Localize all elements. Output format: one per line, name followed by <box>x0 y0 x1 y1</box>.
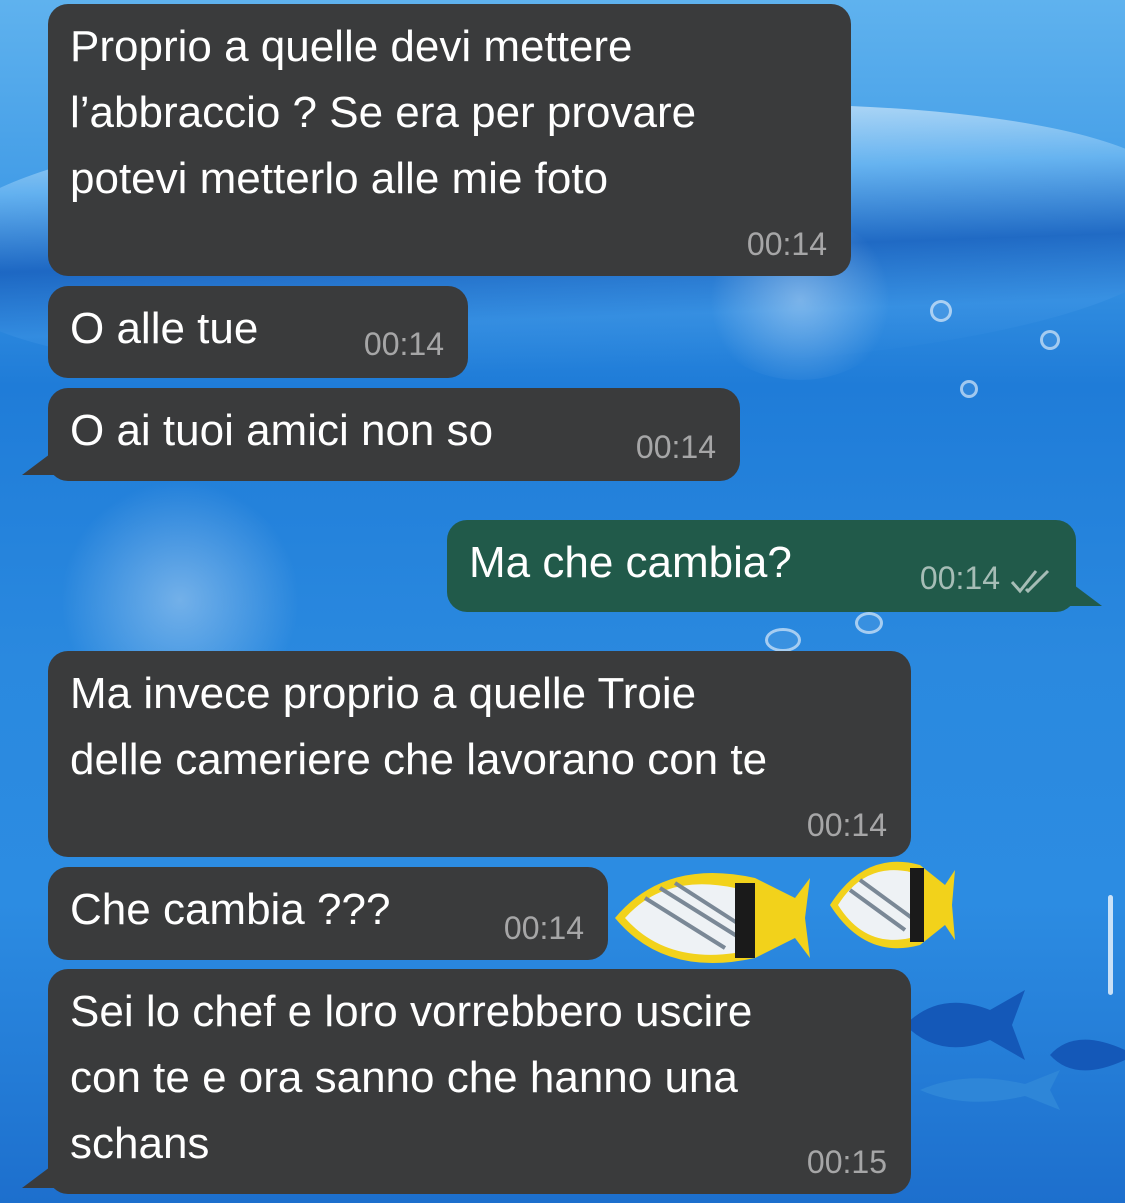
wallpaper-blue-fish <box>920 1070 1060 1110</box>
wallpaper-air-bubble <box>930 300 952 322</box>
message-time: 00:14 <box>806 807 887 843</box>
message-text: Proprio a quelle devi mettere l’abbracci… <box>70 22 697 203</box>
double-check-icon <box>1010 569 1050 593</box>
scrollbar[interactable] <box>1108 895 1113 995</box>
wallpaper-air-bubble <box>855 612 883 634</box>
message-text: Ma invece proprio a quelle Troie delle c… <box>70 669 768 784</box>
bubble-tail <box>22 1158 62 1188</box>
message-time: 00:14 <box>919 560 1000 596</box>
message-time-with-status: 00:14 <box>920 560 1054 596</box>
message-text: O alle tue <box>70 304 259 353</box>
message-time: 00:15 <box>806 1144 887 1180</box>
message-time: 00:14 <box>363 326 444 362</box>
message-time: 00:14 <box>503 910 584 946</box>
wallpaper-blue-fish <box>905 990 1025 1060</box>
wallpaper-air-bubble <box>960 380 978 398</box>
message-text: Che cambia ??? <box>70 885 391 934</box>
bubble-tail <box>1062 576 1102 606</box>
bubble-tail <box>22 445 62 475</box>
wallpaper-butterflyfish <box>615 873 810 963</box>
message-text: Ma che cambia? <box>469 538 792 587</box>
incoming-message[interactable]: Che cambia ??? 00:14 <box>48 867 608 960</box>
outgoing-message[interactable]: Ma che cambia? 00:14 <box>447 520 1102 612</box>
incoming-message[interactable]: O alle tue 00:14 <box>48 286 468 378</box>
incoming-message[interactable]: Ma invece proprio a quelle Troie delle c… <box>48 651 911 857</box>
wallpaper-air-bubble <box>765 628 801 652</box>
wallpaper-air-bubble <box>1040 330 1060 350</box>
message-text: Sei lo chef e loro vorrebbero uscire con… <box>70 987 753 1168</box>
message-text: O ai tuoi amici non so <box>70 406 494 455</box>
wallpaper-butterflyfish <box>830 861 955 949</box>
incoming-message[interactable]: O ai tuoi amici non so 00:14 <box>22 388 740 481</box>
message-time: 00:14 <box>635 429 716 465</box>
message-time: 00:14 <box>746 226 827 262</box>
incoming-message[interactable]: Proprio a quelle devi mettere l’abbracci… <box>48 4 851 276</box>
incoming-message[interactable]: Sei lo chef e loro vorrebbero uscire con… <box>22 969 911 1194</box>
